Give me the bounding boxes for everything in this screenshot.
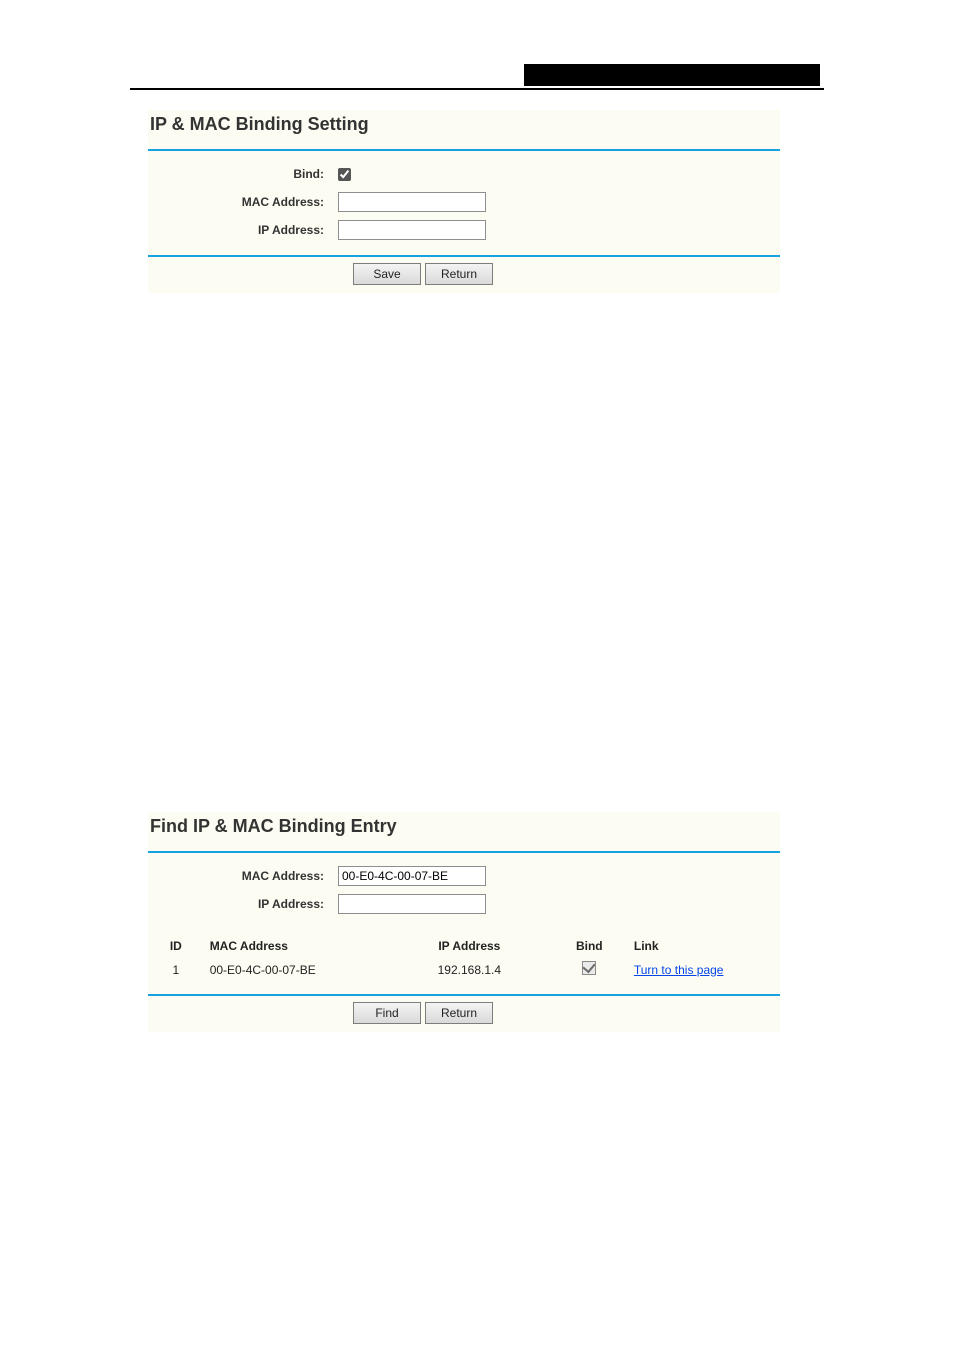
binding-setting-buttons: Save Return: [148, 257, 780, 293]
bind-row: Bind:: [148, 161, 780, 187]
header-black-tab: [814, 64, 820, 86]
binding-setting-title: IP & MAC Binding Setting: [150, 114, 780, 135]
cell-mac: 00-E0-4C-00-07-BE: [204, 957, 388, 982]
find-mac-input[interactable]: [338, 866, 486, 886]
find-ip-label: IP Address:: [148, 897, 338, 911]
find-entry-panel: Find IP & MAC Binding Entry MAC Address:…: [148, 812, 780, 1032]
hdr-mac: MAC Address: [204, 935, 388, 957]
return-button[interactable]: Return: [425, 263, 493, 285]
hdr-id: ID: [148, 935, 204, 957]
results-table-header: ID MAC Address IP Address Bind Link: [148, 935, 780, 957]
ip-label: IP Address:: [148, 223, 338, 237]
bind-checkbox[interactable]: [338, 168, 351, 181]
ip-row: IP Address:: [148, 217, 780, 243]
find-entry-form: MAC Address: IP Address:: [148, 853, 780, 929]
find-mac-label: MAC Address:: [148, 869, 338, 883]
find-ip-row: IP Address:: [148, 891, 780, 917]
mac-label: MAC Address:: [148, 195, 338, 209]
return-button[interactable]: Return: [425, 1002, 493, 1024]
results-table: ID MAC Address IP Address Bind Link 1 00…: [148, 935, 780, 982]
cell-id: 1: [148, 957, 204, 982]
ip-input[interactable]: [338, 220, 486, 240]
turn-to-page-link[interactable]: Turn to this page: [634, 963, 724, 977]
find-button[interactable]: Find: [353, 1002, 421, 1024]
bind-checked-icon: [582, 961, 596, 975]
page: IP & MAC Binding Setting Bind: MAC Addre…: [0, 0, 954, 1350]
binding-setting-panel: IP & MAC Binding Setting Bind: MAC Addre…: [148, 110, 780, 293]
hdr-link: Link: [628, 935, 780, 957]
find-entry-title: Find IP & MAC Binding Entry: [150, 816, 780, 837]
cell-ip: 192.168.1.4: [388, 957, 551, 982]
table-row: 1 00-E0-4C-00-07-BE 192.168.1.4 Turn to …: [148, 957, 780, 982]
hdr-ip: IP Address: [388, 935, 551, 957]
results-table-area: ID MAC Address IP Address Bind Link 1 00…: [148, 929, 780, 994]
cell-bind: [551, 957, 628, 982]
find-mac-row: MAC Address:: [148, 863, 780, 889]
find-entry-buttons: Find Return: [148, 996, 780, 1032]
bind-label: Bind:: [148, 167, 338, 181]
find-ip-input[interactable]: [338, 894, 486, 914]
header-black-bar: [524, 64, 814, 86]
binding-setting-form: Bind: MAC Address: IP Address:: [148, 151, 780, 255]
save-button[interactable]: Save: [353, 263, 421, 285]
mac-input[interactable]: [338, 192, 486, 212]
hdr-bind: Bind: [551, 935, 628, 957]
cell-link: Turn to this page: [628, 957, 780, 982]
mac-row: MAC Address:: [148, 189, 780, 215]
header-divider: [130, 88, 824, 90]
